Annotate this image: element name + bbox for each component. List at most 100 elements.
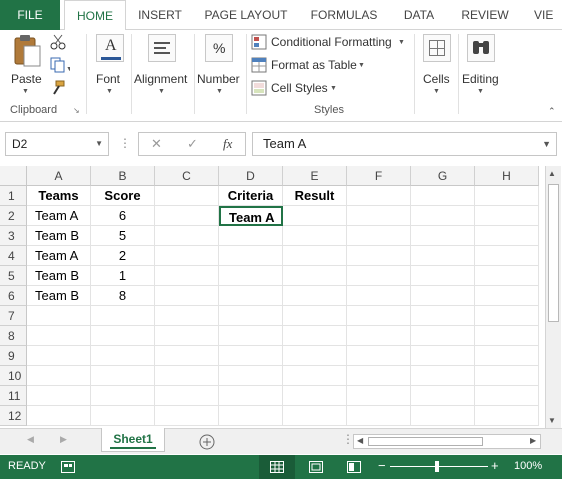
cell-f8[interactable] (347, 326, 411, 346)
cell-d11[interactable] (219, 386, 283, 406)
cell-b5[interactable]: 1 (91, 266, 155, 286)
cell-f12[interactable] (347, 406, 411, 426)
macro-record-icon[interactable] (61, 461, 75, 473)
cell-e6[interactable] (283, 286, 347, 306)
cell-b10[interactable] (91, 366, 155, 386)
cell-g8[interactable] (411, 326, 475, 346)
row-header-1[interactable]: 1 (0, 186, 27, 206)
cell-b11[interactable] (91, 386, 155, 406)
cell-c4[interactable] (155, 246, 219, 266)
row-header-8[interactable]: 8 (0, 326, 27, 346)
cell-c3[interactable] (155, 226, 219, 246)
cell-c11[interactable] (155, 386, 219, 406)
cell-b6[interactable]: 8 (91, 286, 155, 306)
row-header-4[interactable]: 4 (0, 246, 27, 266)
tab-page-layout[interactable]: PAGE LAYOUT (196, 0, 296, 30)
cell-a5[interactable]: Team B (27, 266, 91, 286)
cell-h2[interactable] (475, 206, 539, 226)
cell-e8[interactable] (283, 326, 347, 346)
zoom-slider[interactable] (390, 466, 488, 467)
cell-c7[interactable] (155, 306, 219, 326)
cell-g7[interactable] (411, 306, 475, 326)
clipboard-launcher-icon[interactable]: ↘ (73, 106, 80, 115)
cell-d5[interactable] (219, 266, 283, 286)
column-header-c[interactable]: C (155, 166, 219, 186)
cancel-icon[interactable]: ✕ (151, 136, 162, 152)
column-header-a[interactable]: A (27, 166, 91, 186)
vertical-scroll-thumb[interactable] (548, 184, 559, 322)
cell-d2[interactable]: Team A (219, 206, 283, 226)
column-header-f[interactable]: F (347, 166, 411, 186)
cell-f7[interactable] (347, 306, 411, 326)
cell-h1[interactable] (475, 186, 539, 206)
row-header-2[interactable]: 2 (0, 206, 27, 226)
number-button[interactable]: % Number ▼ (197, 34, 243, 100)
cell-e2[interactable] (283, 206, 347, 226)
cell-b2[interactable]: 6 (91, 206, 155, 226)
sheet-scroll-right-icon[interactable]: ▶ (60, 434, 67, 445)
cell-c10[interactable] (155, 366, 219, 386)
horizontal-scroll-thumb[interactable] (368, 437, 483, 446)
tab-review[interactable]: REVIEW (456, 0, 514, 30)
paste-button[interactable]: Paste ▼ (8, 34, 48, 96)
row-header-6[interactable]: 6 (0, 286, 27, 306)
cell-h6[interactable] (475, 286, 539, 306)
cell-h8[interactable] (475, 326, 539, 346)
cell-styles-button[interactable]: Cell Styles ▼ (251, 80, 351, 98)
tab-insert[interactable]: INSERT (130, 0, 190, 30)
cell-c5[interactable] (155, 266, 219, 286)
alignment-button[interactable]: Alignment ▼ (134, 34, 190, 100)
copy-icon[interactable]: ▼ (50, 57, 70, 73)
cell-e3[interactable] (283, 226, 347, 246)
sheet-tab-sheet1[interactable]: Sheet1 (101, 428, 165, 452)
cell-d6[interactable] (219, 286, 283, 306)
cell-d9[interactable] (219, 346, 283, 366)
expand-formula-bar-icon[interactable]: ▼ (542, 133, 551, 155)
column-header-d[interactable]: D (219, 166, 283, 186)
tab-file[interactable]: FILE (0, 0, 60, 30)
cell-d4[interactable] (219, 246, 283, 266)
tab-formulas[interactable]: FORMULAS (304, 0, 384, 30)
cell-e1[interactable]: Result (283, 186, 347, 206)
cell-d10[interactable] (219, 366, 283, 386)
cell-a2[interactable]: Team A (27, 206, 91, 226)
column-header-g[interactable]: G (411, 166, 475, 186)
cell-h4[interactable] (475, 246, 539, 266)
cell-g9[interactable] (411, 346, 475, 366)
cut-icon[interactable] (50, 34, 66, 50)
zoom-level[interactable]: 100% (514, 460, 542, 472)
cell-h10[interactable] (475, 366, 539, 386)
cell-f11[interactable] (347, 386, 411, 406)
cell-a1[interactable]: Teams (27, 186, 91, 206)
new-sheet-icon[interactable] (199, 434, 215, 450)
cell-e7[interactable] (283, 306, 347, 326)
format-painter-icon[interactable] (50, 80, 66, 96)
cell-h11[interactable] (475, 386, 539, 406)
cell-c1[interactable] (155, 186, 219, 206)
cell-d8[interactable] (219, 326, 283, 346)
cell-g2[interactable] (411, 206, 475, 226)
cell-g12[interactable] (411, 406, 475, 426)
cells-button[interactable]: Cells ▼ (419, 34, 455, 100)
row-header-10[interactable]: 10 (0, 366, 27, 386)
conditional-formatting-button[interactable]: Conditional Formatting ▼ (251, 34, 411, 52)
insert-function-icon[interactable]: fx (223, 136, 232, 152)
cell-h3[interactable] (475, 226, 539, 246)
normal-view-button[interactable] (259, 455, 295, 479)
row-header-11[interactable]: 11 (0, 386, 27, 406)
cell-f5[interactable] (347, 266, 411, 286)
horizontal-scrollbar[interactable]: ◀ ▶ (353, 434, 541, 449)
scroll-down-icon[interactable]: ▼ (548, 416, 556, 425)
cell-c8[interactable] (155, 326, 219, 346)
cell-e11[interactable] (283, 386, 347, 406)
cell-e5[interactable] (283, 266, 347, 286)
cell-a12[interactable] (27, 406, 91, 426)
cell-f4[interactable] (347, 246, 411, 266)
tab-view[interactable]: VIE (528, 0, 562, 30)
cell-a11[interactable] (27, 386, 91, 406)
cell-f3[interactable] (347, 226, 411, 246)
cell-g1[interactable] (411, 186, 475, 206)
cell-b9[interactable] (91, 346, 155, 366)
cell-f9[interactable] (347, 346, 411, 366)
scroll-left-icon[interactable]: ◀ (357, 436, 363, 445)
